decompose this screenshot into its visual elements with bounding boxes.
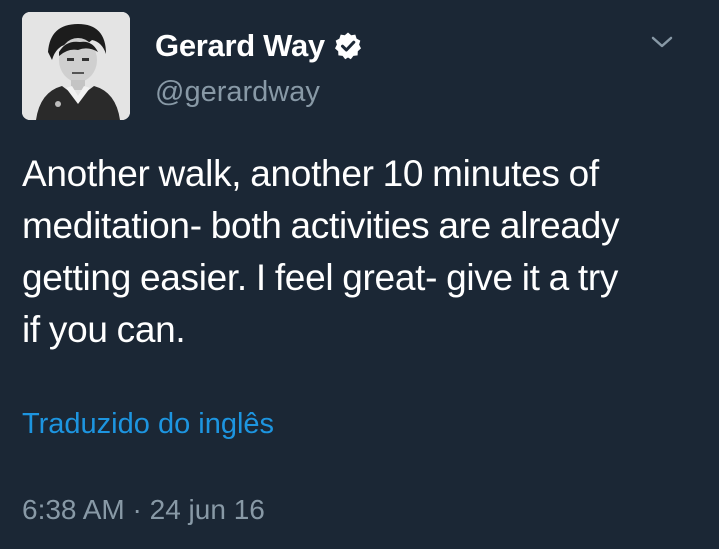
tweet-text: Another walk, another 10 minutes of medi… bbox=[22, 148, 702, 356]
tweet-text-line: Another walk, another 10 minutes of bbox=[22, 153, 599, 194]
timestamp-separator: · bbox=[132, 494, 142, 525]
tweet-card: Gerard Way @gerardway Another walk, anot… bbox=[0, 0, 719, 549]
translation-link[interactable]: Traduzido do inglês bbox=[22, 404, 274, 444]
user-name-row[interactable]: Gerard Way bbox=[155, 26, 363, 66]
tweet-text-line: getting easier. I feel great- give it a … bbox=[22, 257, 619, 298]
user-handle[interactable]: @gerardway bbox=[155, 72, 320, 112]
avatar[interactable] bbox=[22, 12, 130, 120]
timestamp[interactable]: 6:38 AM · 24 jun 16 bbox=[22, 490, 265, 530]
tweet-time: 6:38 AM bbox=[22, 494, 125, 525]
chevron-down-icon[interactable] bbox=[648, 30, 676, 54]
tweet-date: 24 jun 16 bbox=[149, 494, 265, 525]
verified-badge-icon bbox=[333, 31, 363, 61]
avatar-photo bbox=[22, 12, 130, 120]
display-name[interactable]: Gerard Way bbox=[155, 26, 325, 66]
tweet-text-line: meditation- both activities are already bbox=[22, 205, 620, 246]
tweet-text-line: if you can. bbox=[22, 309, 186, 350]
